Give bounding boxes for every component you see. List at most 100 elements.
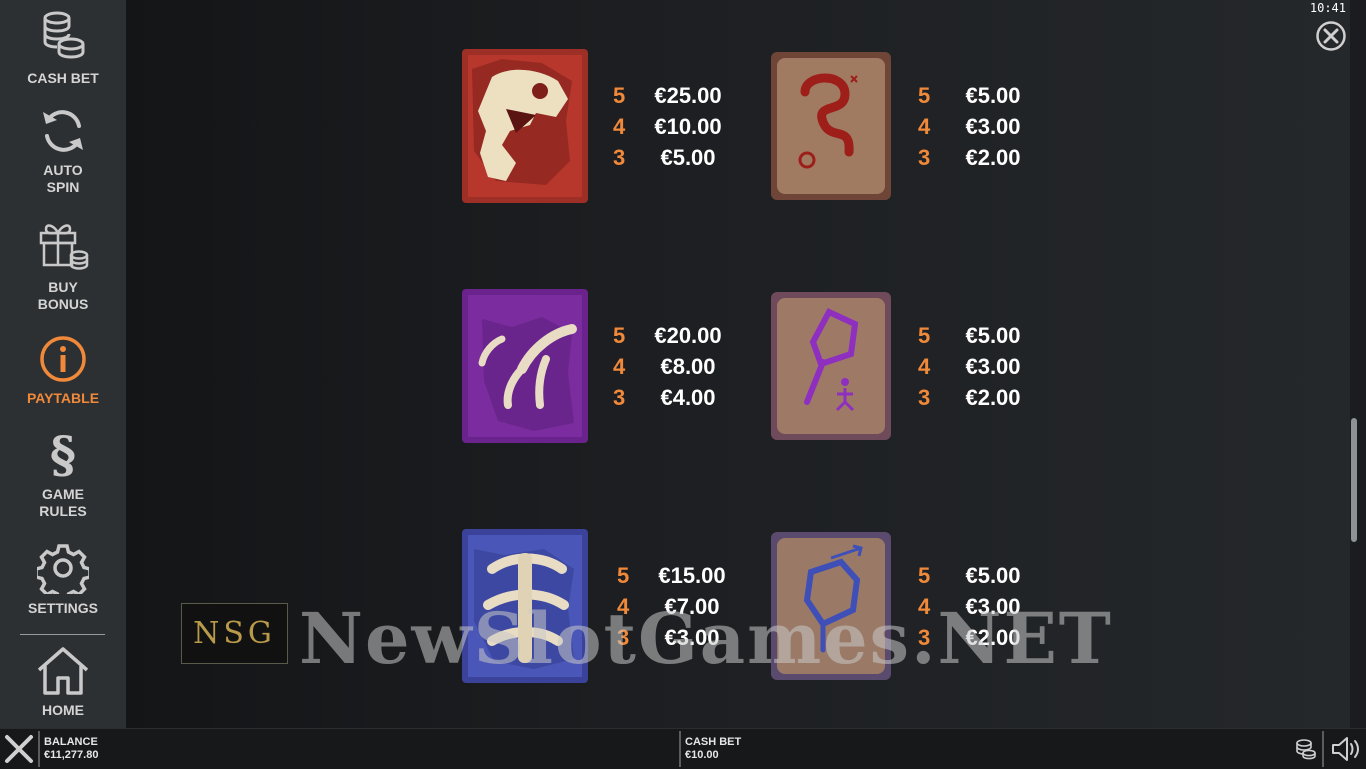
pay-count: 5	[617, 563, 630, 588]
sidebar-item-cash-bet[interactable]: CASH BET	[0, 8, 126, 87]
pay-count: 3	[918, 145, 931, 170]
pay-count: 4	[918, 594, 931, 619]
scrollbar-thumb[interactable]	[1351, 418, 1357, 542]
pay-count: 3	[613, 385, 626, 410]
sidebar-item-label: PAYTABLE	[26, 390, 100, 406]
sidebar-item-game-rules[interactable]: § GAME RULES	[0, 428, 126, 520]
pay-row: 3 €3.00	[617, 622, 757, 653]
pay-row: 5 €5.00	[918, 320, 1058, 351]
pay-count: 3	[918, 625, 931, 650]
pay-row: 3 €4.00	[613, 382, 753, 413]
exit-icon[interactable]	[2, 732, 36, 766]
pay-count: 4	[918, 114, 931, 139]
sidebar-item-home[interactable]: HOME	[0, 646, 126, 719]
sidebar-item-label: SETTINGS	[27, 600, 98, 616]
pay-row: 4 €3.00	[918, 591, 1058, 622]
pay-amount: €2.00	[965, 145, 1021, 170]
sidebar-item-label-line2: RULES	[39, 503, 87, 519]
info-icon	[40, 336, 86, 382]
pay-amount: €10.00	[654, 114, 722, 139]
sidebar-item-label: BUY	[48, 279, 78, 295]
claw-symbol	[462, 289, 588, 443]
pay-count: 5	[918, 563, 931, 588]
pay-amount: €5.00	[965, 563, 1021, 588]
pay-count: 4	[613, 354, 626, 379]
dinosaur-skull-symbol	[462, 49, 588, 203]
pay-amount: €20.00	[654, 323, 722, 348]
pay-count: 3	[918, 385, 931, 410]
sidebar-item-paytable[interactable]: PAYTABLE	[0, 334, 126, 407]
coins-stack-icon	[43, 11, 85, 59]
svg-text:§: §	[50, 428, 76, 480]
pay-amount: €3.00	[664, 625, 720, 650]
sidebar: CASH BET AUTO SPIN BUY BONUS PAYTABLE § …	[0, 0, 126, 728]
pay-count: 4	[918, 354, 931, 379]
pay-count: 5	[918, 83, 931, 108]
sidebar-item-label: AUTO	[43, 162, 83, 178]
scrollbar[interactable]	[1350, 18, 1358, 724]
pay-row: 4 €10.00	[613, 111, 753, 142]
paytable-claw: 5 €20.00 4 €8.00 3 €4.00	[613, 320, 753, 413]
pay-row: 5 €5.00	[918, 560, 1058, 591]
pay-amount: €5.00	[965, 323, 1021, 348]
pay-row: 5 €25.00	[613, 80, 753, 111]
pay-count: 5	[613, 323, 626, 348]
pay-amount: €7.00	[664, 594, 720, 619]
pay-row: 3 €5.00	[613, 142, 753, 173]
paytable-purple-cave-painting: 5 €5.00 4 €3.00 3 €2.00	[918, 320, 1058, 413]
paytable-blue-cave-painting: 5 €5.00 4 €3.00 3 €2.00	[918, 560, 1058, 653]
gift-coins-icon	[39, 224, 89, 270]
coins-icon[interactable]	[1295, 738, 1317, 760]
pay-row: 4 €8.00	[613, 351, 753, 382]
spine-bones-symbol	[462, 529, 588, 683]
sidebar-item-buy-bonus[interactable]: BUY BONUS	[0, 217, 126, 313]
pay-row: 4 €7.00	[617, 591, 757, 622]
sidebar-item-label: HOME	[42, 702, 84, 718]
sidebar-item-auto-spin[interactable]: AUTO SPIN	[0, 106, 126, 196]
paytable-red-cave-painting: 5 €5.00 4 €3.00 3 €2.00	[918, 80, 1058, 173]
sidebar-item-label-line2: BONUS	[37, 296, 89, 312]
blue-cave-painting-symbol	[771, 532, 891, 680]
sidebar-item-label: CASH BET	[27, 70, 99, 86]
gear-icon	[37, 544, 89, 594]
pay-amount: €2.00	[965, 625, 1021, 650]
pay-count: 5	[613, 83, 626, 108]
bottom-bar-divider	[38, 731, 40, 767]
sidebar-item-settings[interactable]: SETTINGS	[0, 542, 126, 617]
pay-amount: €25.00	[654, 83, 722, 108]
pay-count: 3	[613, 145, 626, 170]
bottom-bar: BALANCE €11,277.80 CASH BET €10.00	[0, 728, 1366, 769]
balance-label: BALANCE	[44, 736, 98, 748]
pay-row: 5 €20.00	[613, 320, 753, 351]
speaker-icon[interactable]	[1330, 736, 1362, 762]
pay-row: 3 €2.00	[918, 142, 1058, 173]
pay-count: 4	[617, 594, 630, 619]
pay-row: 3 €2.00	[918, 622, 1058, 653]
sidebar-item-label: GAME	[42, 486, 84, 502]
pay-row: 3 €2.00	[918, 382, 1058, 413]
pay-amount: €3.00	[965, 354, 1021, 379]
purple-cave-painting-symbol	[771, 292, 891, 440]
pay-row: 5 €15.00	[617, 560, 757, 591]
pay-amount: €8.00	[660, 354, 716, 379]
pay-row: 4 €3.00	[918, 111, 1058, 142]
sidebar-item-label-line2: SPIN	[46, 179, 80, 195]
pay-amount: €5.00	[660, 145, 716, 170]
pay-count: 3	[617, 625, 630, 650]
pay-amount: €2.00	[965, 385, 1021, 410]
pay-count: 5	[918, 323, 931, 348]
section-sign-icon: §	[50, 428, 76, 480]
pay-amount: €3.00	[965, 114, 1021, 139]
paytable-spine-bones: 5 €15.00 4 €7.00 3 €3.00	[617, 560, 757, 653]
pay-amount: €5.00	[965, 83, 1021, 108]
refresh-icon	[43, 110, 83, 152]
close-icon[interactable]	[1316, 21, 1346, 51]
pay-row: 4 €3.00	[918, 351, 1058, 382]
sidebar-divider	[20, 634, 105, 635]
bottom-bar-divider	[679, 731, 681, 767]
balance-value: €11,277.80	[44, 749, 99, 761]
pay-count: 4	[613, 114, 626, 139]
pay-amount: €15.00	[658, 563, 726, 588]
pay-amount: €4.00	[660, 385, 716, 410]
red-cave-painting-symbol	[771, 52, 891, 200]
